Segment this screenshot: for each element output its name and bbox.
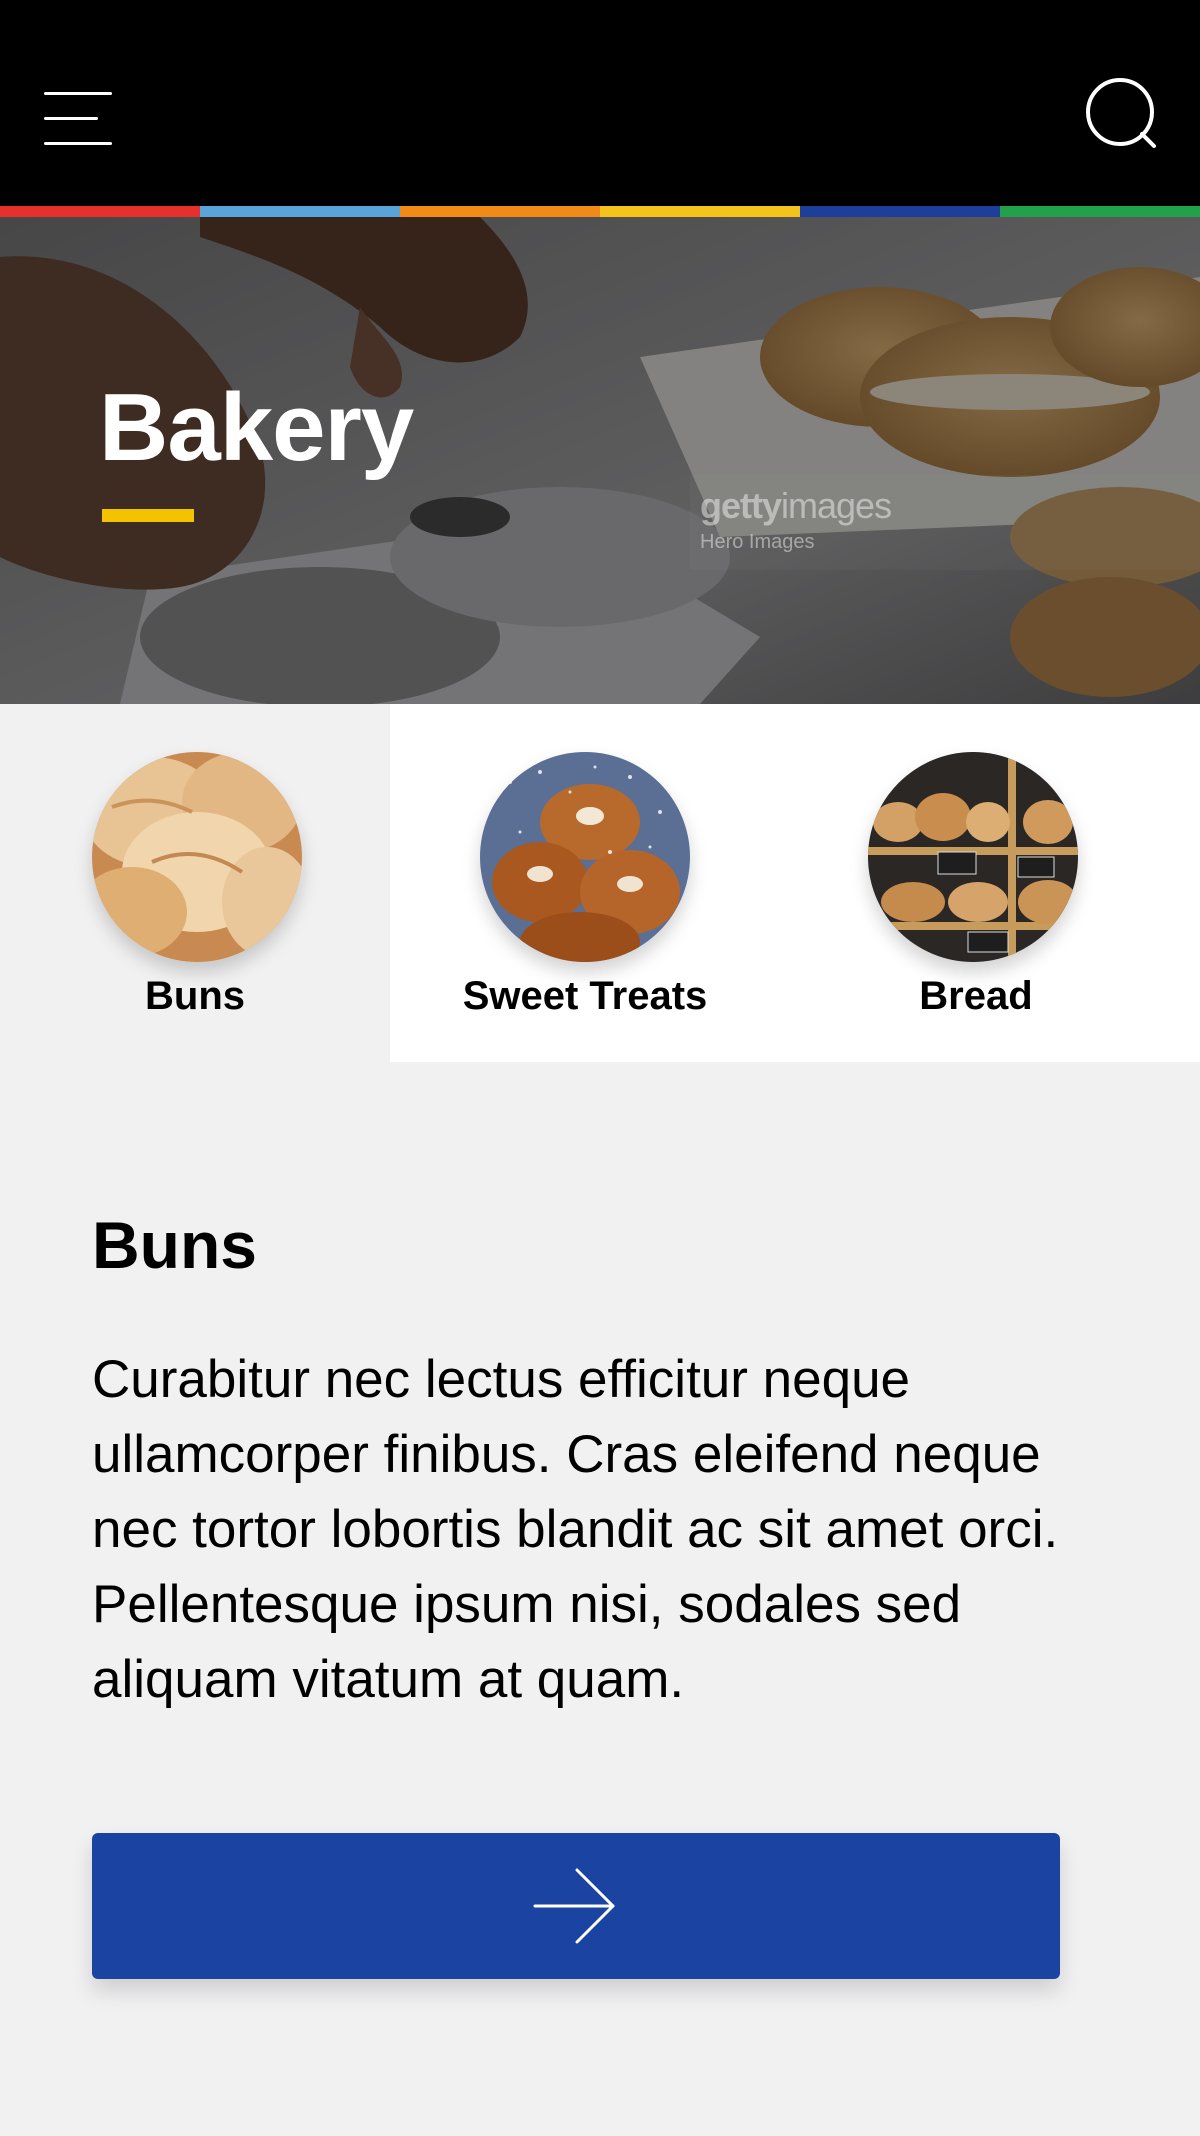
- arrow-right-icon: [533, 1868, 615, 1944]
- tab-label-sweet-treats: Sweet Treats: [462, 974, 708, 1018]
- title-underline: [102, 509, 194, 522]
- stripe-segment: [400, 206, 600, 217]
- section-title: Buns: [92, 1208, 257, 1282]
- color-stripe: [0, 206, 1200, 217]
- page-title: Bakery: [99, 374, 414, 481]
- hamburger-menu-icon[interactable]: [44, 88, 116, 148]
- category-tabs: Buns Sweet Treats Bread: [0, 704, 1200, 1062]
- stripe-segment: [1000, 206, 1200, 217]
- stripe-segment: [200, 206, 400, 217]
- tab-buns[interactable]: Buns: [0, 704, 390, 1062]
- tab-label-buns: Buns: [145, 974, 245, 1018]
- tab-bread[interactable]: Bread: [780, 704, 1200, 1062]
- photo-watermark: gettyimages Hero Images: [700, 485, 892, 554]
- next-button[interactable]: [92, 1833, 1060, 1979]
- tab-sweet-treats[interactable]: Sweet Treats: [390, 704, 780, 1062]
- watermark-brand-bold: getty: [700, 485, 782, 526]
- sweet-treats-thumbnail: [480, 752, 690, 962]
- section-description: Curabitur nec lectus efficitur neque ull…: [92, 1350, 1059, 1709]
- search-icon[interactable]: [1080, 74, 1160, 154]
- bread-thumbnail: [868, 752, 1078, 962]
- stripe-segment: [800, 206, 1000, 217]
- buns-thumbnail: [92, 752, 302, 962]
- stripe-segment: [0, 206, 200, 217]
- stripe-segment: [600, 206, 800, 217]
- tab-label-bread: Bread: [919, 974, 1033, 1018]
- watermark-brand-light: images: [781, 485, 892, 526]
- top-bar: [0, 0, 1200, 206]
- watermark-credit: Hero Images: [700, 531, 815, 553]
